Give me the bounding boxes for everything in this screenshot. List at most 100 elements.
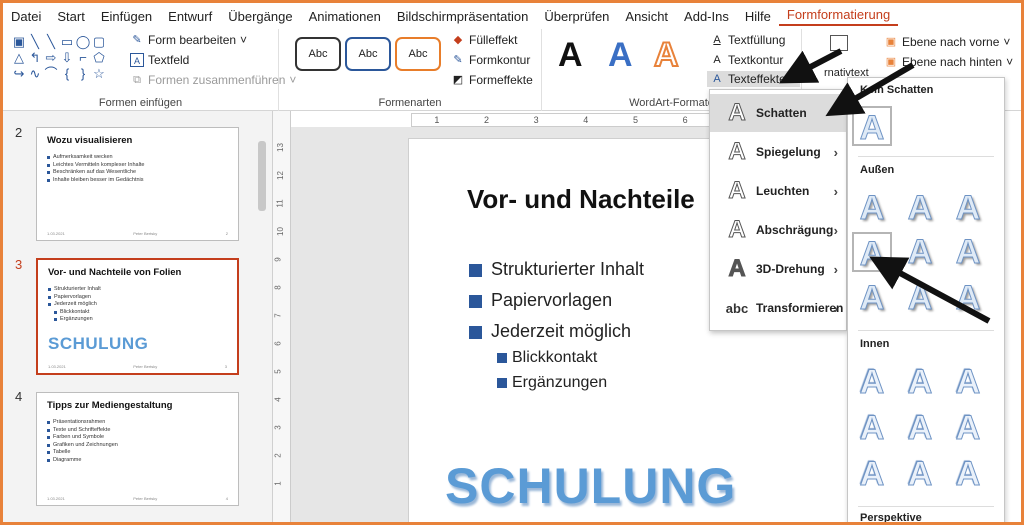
fuelleffekt-label: Fülleffekt xyxy=(469,33,518,47)
slide-thumbnail-4[interactable]: Tipps zur Mediengestaltung Präsentations… xyxy=(36,392,239,506)
squiggle-shape-icon[interactable]: ↪ xyxy=(11,66,27,82)
shape-gallery[interactable]: ▣ ╲ ╲ ▭ ◯ ▢ △ ↰ ⇨ ⇩ ⌐ ⬠ ↪ ∿ ⌒ { } ☆ xyxy=(11,34,113,84)
shadow-outer-3[interactable]: A xyxy=(948,188,988,228)
thumb-bullet: Grafiken und Zeichnungen xyxy=(47,442,228,450)
thumb-bullet: Aufmerksamkeit wecken xyxy=(47,154,228,162)
wordart-style-orange[interactable]: A xyxy=(653,35,680,75)
schulung-wordart[interactable]: SCHULUNG xyxy=(445,457,736,515)
menu-item-leuchten[interactable]: A Leuchten › xyxy=(710,172,846,210)
shadow-outer-1[interactable]: A xyxy=(852,188,892,228)
textfeld-button[interactable]: A Textfeld xyxy=(130,53,189,67)
ebene-hinten-button[interactable]: ▣ Ebene nach hinten ˅ xyxy=(884,55,1013,69)
menu-hilfe[interactable]: Hilfe xyxy=(737,9,779,24)
wordart-style-black[interactable]: A xyxy=(558,35,583,75)
formen-zusammenfuehren-button[interactable]: ⧉ Formen zusammenführen ˅ xyxy=(130,73,296,87)
menu-item-3d-drehung[interactable]: A 3D-Drehung › xyxy=(710,250,846,288)
shadow-inner-5[interactable]: A xyxy=(900,408,940,448)
slide-bullet[interactable]: Papiervorlagen xyxy=(469,290,612,311)
brace-right-shape-icon[interactable]: } xyxy=(75,66,91,82)
menu-entwurf[interactable]: Entwurf xyxy=(160,9,220,24)
menu-item-transformieren[interactable]: abc Transformieren › xyxy=(710,289,846,327)
bullet-square-icon xyxy=(497,377,507,388)
shape-style-2[interactable]: Abc xyxy=(345,37,391,71)
shadow-outer-7[interactable]: A xyxy=(852,278,892,318)
textkontur-button[interactable]: A Textkontur xyxy=(710,53,783,67)
section-kein-schatten: Kein Schatten xyxy=(860,84,934,96)
shadow-outer-5[interactable]: A xyxy=(900,232,940,272)
oval-shape-icon[interactable]: ◯ xyxy=(75,34,91,50)
pentagon-shape-icon[interactable]: ⬠ xyxy=(91,50,107,66)
shadow-outer-8[interactable]: A xyxy=(900,278,940,318)
shadow-outer-4[interactable]: A xyxy=(852,232,892,274)
thumb-footer: 1.03.2021 Peter Bertsky 3 xyxy=(48,364,227,369)
menu-item-abschraegung[interactable]: A Abschrägung › xyxy=(710,211,846,249)
curve-shape-icon[interactable]: ↰ xyxy=(27,50,43,66)
ruler-tick: 4 xyxy=(273,397,283,402)
shadow-outer-2[interactable]: A xyxy=(900,188,940,228)
menu-uebergaenge[interactable]: Übergänge xyxy=(220,9,300,24)
rectangle-shape-icon[interactable]: ▭ xyxy=(59,34,75,50)
menu-bar: Datei Start Einfügen Entwurf Übergänge A… xyxy=(3,3,1021,29)
curve2-shape-icon[interactable]: ⌒ xyxy=(43,66,59,82)
slide-thumbnail-2[interactable]: Wozu visualisieren Aufmerksamkeit wecken… xyxy=(36,127,239,241)
slide-title[interactable]: Vor- und Nachteile xyxy=(467,184,695,215)
shadow-inner-8[interactable]: A xyxy=(900,454,940,494)
formen-zusammenfuehren-label: Formen zusammenführen xyxy=(148,73,286,87)
texteffekte-button[interactable]: A Texteffekte ˅ xyxy=(707,71,800,87)
menu-formformatierung[interactable]: Formformatierung xyxy=(778,7,899,26)
star-shape-icon[interactable]: ☆ xyxy=(91,66,107,82)
menu-item-schatten[interactable]: A Schatten xyxy=(710,94,846,132)
slide-bullet[interactable]: Jederzeit möglich xyxy=(469,321,631,342)
menu-ansicht[interactable]: Ansicht xyxy=(617,9,676,24)
ebene-vorne-button[interactable]: ▣ Ebene nach vorne ˅ xyxy=(884,35,1011,49)
form-bearbeiten-button[interactable]: ✎ Form bearbeiten ˅ xyxy=(130,33,247,47)
menu-ueberpruefen[interactable]: Überprüfen xyxy=(536,9,617,24)
textbox-shape-icon[interactable]: ▣ xyxy=(11,34,27,50)
menu-animationen[interactable]: Animationen xyxy=(301,9,389,24)
shadow-inner-2[interactable]: A xyxy=(900,362,940,402)
shadow-inner-7[interactable]: A xyxy=(852,454,892,494)
fuelleffekt-button[interactable]: ◆ Fülleffekt xyxy=(451,33,518,47)
menu-einfuegen[interactable]: Einfügen xyxy=(93,9,160,24)
line2-shape-icon[interactable]: ╲ xyxy=(43,34,59,50)
slide-subbullet[interactable]: Ergänzungen xyxy=(497,374,607,392)
menu-start[interactable]: Start xyxy=(49,9,92,24)
shadow-outer-9[interactable]: A xyxy=(948,278,988,318)
slide-thumbnail-3[interactable]: Vor- und Nachteile von Folien Strukturie… xyxy=(36,258,239,375)
brace-left-shape-icon[interactable]: { xyxy=(59,66,75,82)
shadow-inner-6[interactable]: A xyxy=(948,408,988,448)
slide-bullet[interactable]: Strukturierter Inhalt xyxy=(469,259,644,280)
slide-subbullet[interactable]: Blickkontakt xyxy=(497,349,597,367)
shadow-inner-1[interactable]: A xyxy=(852,362,892,402)
shadow-inner-3[interactable]: A xyxy=(948,362,988,402)
shadow-outer-6[interactable]: A xyxy=(948,232,988,272)
textfuellung-button[interactable]: A Textfüllung xyxy=(710,33,785,47)
shape-style-1[interactable]: Abc xyxy=(295,37,341,71)
bullet-square-icon xyxy=(469,263,482,277)
thumb-bullet: Präsentationsrahmen xyxy=(47,419,228,427)
right-arrow-shape-icon[interactable]: ⇩ xyxy=(59,50,75,66)
no-shadow-option[interactable]: A xyxy=(852,106,892,148)
shadow-inner-4[interactable]: A xyxy=(852,408,892,448)
chevron-down-icon: ˅ xyxy=(1003,35,1011,49)
menu-addins[interactable]: Add-Ins xyxy=(676,9,737,24)
triangle-shape-icon[interactable]: △ xyxy=(11,50,27,66)
wave-shape-icon[interactable]: ∿ xyxy=(27,66,43,82)
ruler-tick: 6 xyxy=(682,115,688,125)
thumb-bullet: Beschränken auf das Wesentliche xyxy=(47,169,228,177)
bracket-shape-icon[interactable]: ⌐ xyxy=(75,50,91,66)
shadow-inner-9[interactable]: A xyxy=(948,454,988,494)
line-shape-icon[interactable]: ╲ xyxy=(27,34,43,50)
menu-item-spiegelung[interactable]: A Spiegelung › xyxy=(710,133,846,171)
thumbnail-scrollbar[interactable] xyxy=(258,141,266,211)
shape-style-3[interactable]: Abc xyxy=(395,37,441,71)
arrow-shape-icon[interactable]: ⇨ xyxy=(43,50,59,66)
alt-text-icon[interactable] xyxy=(830,35,848,51)
rounded-rect-shape-icon[interactable]: ▢ xyxy=(91,34,107,50)
wordart-style-blue[interactable]: A xyxy=(608,35,633,75)
formeffekte-button[interactable]: ◩ Formeffekte xyxy=(451,73,533,87)
menu-bildschirmpraesentation[interactable]: Bildschirmpräsentation xyxy=(389,9,537,24)
reflection-a-icon: A xyxy=(728,138,746,166)
formkontur-button[interactable]: ✎ Formkontur xyxy=(451,53,530,67)
menu-datei[interactable]: Datei xyxy=(3,9,49,24)
